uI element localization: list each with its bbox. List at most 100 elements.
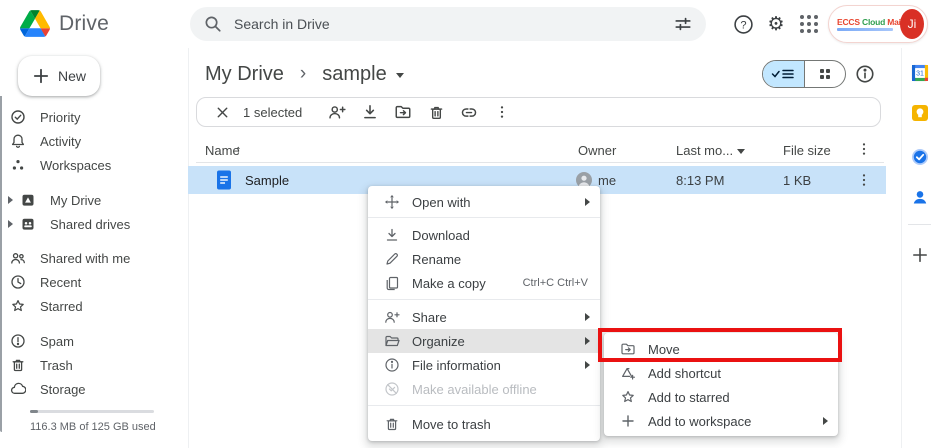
submenu-item-label: Add to workspace [648, 414, 751, 429]
settings-gear-icon[interactable]: ⚙ [764, 12, 788, 36]
menu-item-label: Make available offline [412, 382, 537, 397]
menu-item-file-information[interactable]: File information [368, 353, 600, 377]
sidebar-item-workspaces[interactable]: Workspaces [0, 153, 188, 177]
sidebar-item-label: Trash [40, 358, 73, 373]
details-info-icon[interactable] [855, 64, 875, 84]
trash-button[interactable] [427, 103, 445, 121]
avatar[interactable]: Ji [900, 9, 924, 39]
svg-text:31: 31 [916, 71, 924, 78]
more-actions-button[interactable] [493, 103, 511, 121]
new-button[interactable]: New [18, 56, 100, 96]
sidebar-item-shared-with-me[interactable]: Shared with me [0, 246, 188, 270]
breadcrumb-my-drive[interactable]: My Drive [205, 63, 284, 86]
rail-divider [908, 224, 931, 225]
sidebar-item-label: Priority [40, 110, 80, 125]
contacts-icon[interactable] [911, 188, 929, 206]
sidebar-item-shared-drives[interactable]: Shared drives [0, 212, 188, 236]
submenu-item-label: Add shortcut [648, 366, 721, 381]
sidebar-divider [188, 48, 189, 448]
expand-arrow-icon[interactable] [0, 220, 20, 228]
file-list-header: Name ↑ Owner Last mo... File size [196, 140, 884, 163]
copy-link-button[interactable] [460, 103, 478, 121]
add-shortcut-icon [620, 365, 636, 381]
account-name: ECCS Cloud Mail [837, 17, 897, 31]
menu-item-make-a-copy[interactable]: Make a copy Ctrl+C Ctrl+V [368, 271, 600, 295]
calendar-icon[interactable]: 31 [911, 64, 929, 82]
view-toggle [762, 60, 846, 88]
sidebar-item-label: My Drive [50, 193, 101, 208]
account-pill[interactable]: ECCS Cloud Mail Ji [828, 5, 928, 43]
menu-divider [368, 299, 600, 300]
menu-divider [368, 217, 600, 218]
list-view-button[interactable] [763, 61, 804, 87]
sidebar-item-storage[interactable]: Storage [0, 377, 188, 401]
star-icon [10, 298, 26, 314]
sort-caret-icon[interactable] [737, 149, 745, 154]
share-button[interactable] [328, 103, 346, 121]
search-options-icon[interactable] [674, 15, 692, 33]
grid-view-button[interactable] [804, 61, 846, 87]
sidebar-item-spam[interactable]: Spam [0, 329, 188, 353]
search-input[interactable]: Search in Drive [190, 7, 706, 41]
drive-logo[interactable]: Drive [20, 10, 109, 37]
search-icon [204, 15, 222, 33]
offline-icon [384, 381, 400, 397]
account-tagline [837, 28, 893, 31]
menu-item-organize[interactable]: Organize [368, 329, 600, 353]
svg-text:?: ? [740, 19, 746, 31]
header-more-icon[interactable] [856, 141, 872, 157]
list-view-check-icon [771, 68, 795, 80]
chevron-right-icon: › [300, 63, 306, 85]
breadcrumb-current-folder[interactable]: sample [322, 63, 386, 86]
get-addons-plus-icon[interactable] [911, 246, 929, 264]
tasks-icon[interactable] [911, 148, 929, 166]
pencil-icon [384, 251, 400, 267]
sidebar-item-label: Shared drives [50, 217, 130, 232]
sidebar-item-trash[interactable]: Trash [0, 353, 188, 377]
menu-item-open-with[interactable]: Open with [368, 190, 600, 214]
trash-icon [384, 416, 400, 432]
expand-arrow-icon[interactable] [0, 196, 20, 204]
sidebar-item-my-drive[interactable]: My Drive [0, 188, 188, 212]
my-drive-icon [20, 192, 36, 208]
menu-item-label: File information [412, 358, 501, 373]
person-add-icon [384, 309, 400, 325]
submenu-arrow-icon [585, 313, 590, 321]
menu-item-download[interactable]: Download [368, 223, 600, 247]
keep-icon[interactable] [911, 104, 929, 122]
column-owner[interactable]: Owner [578, 143, 616, 158]
sidebar-item-starred[interactable]: Starred [0, 294, 188, 318]
column-file-size[interactable]: File size [783, 143, 831, 158]
submenu-item-add-to-starred[interactable]: Add to starred [604, 385, 838, 409]
storage-progress-bar [30, 410, 154, 413]
clear-selection-button[interactable] [213, 103, 231, 121]
file-last-modified: 8:13 PM [676, 173, 724, 188]
info-icon [384, 357, 400, 373]
help-icon[interactable]: ? [731, 12, 755, 36]
download-button[interactable] [361, 103, 379, 121]
clock-icon [10, 274, 26, 290]
folder-menu-caret-icon[interactable] [396, 73, 404, 78]
submenu-item-add-shortcut[interactable]: Add shortcut [604, 361, 838, 385]
window-edge [0, 96, 2, 432]
menu-item-label: Move to trash [412, 417, 491, 432]
menu-item-move-to-trash[interactable]: Move to trash [368, 412, 600, 436]
apps-grid-icon[interactable] [797, 12, 821, 36]
workspaces-icon [10, 157, 26, 173]
sidebar-item-priority[interactable]: Priority [0, 105, 188, 129]
sidebar-item-recent[interactable]: Recent [0, 270, 188, 294]
column-last-modified[interactable]: Last mo... [676, 143, 733, 158]
submenu-item-add-to-workspace[interactable]: Add to workspace [604, 409, 838, 433]
shared-drives-icon [20, 216, 36, 232]
new-button-label: New [58, 68, 86, 84]
sidebar-item-activity[interactable]: Activity [0, 129, 188, 153]
submenu-arrow-icon [823, 417, 828, 425]
move-to-folder-button[interactable] [394, 103, 412, 121]
row-more-icon[interactable] [856, 172, 872, 188]
menu-item-rename[interactable]: Rename [368, 247, 600, 271]
sort-ascending-icon[interactable]: ↑ [235, 142, 242, 157]
priority-icon [10, 109, 26, 125]
shared-with-me-icon [10, 250, 26, 266]
download-icon [384, 227, 400, 243]
menu-item-share[interactable]: Share [368, 305, 600, 329]
